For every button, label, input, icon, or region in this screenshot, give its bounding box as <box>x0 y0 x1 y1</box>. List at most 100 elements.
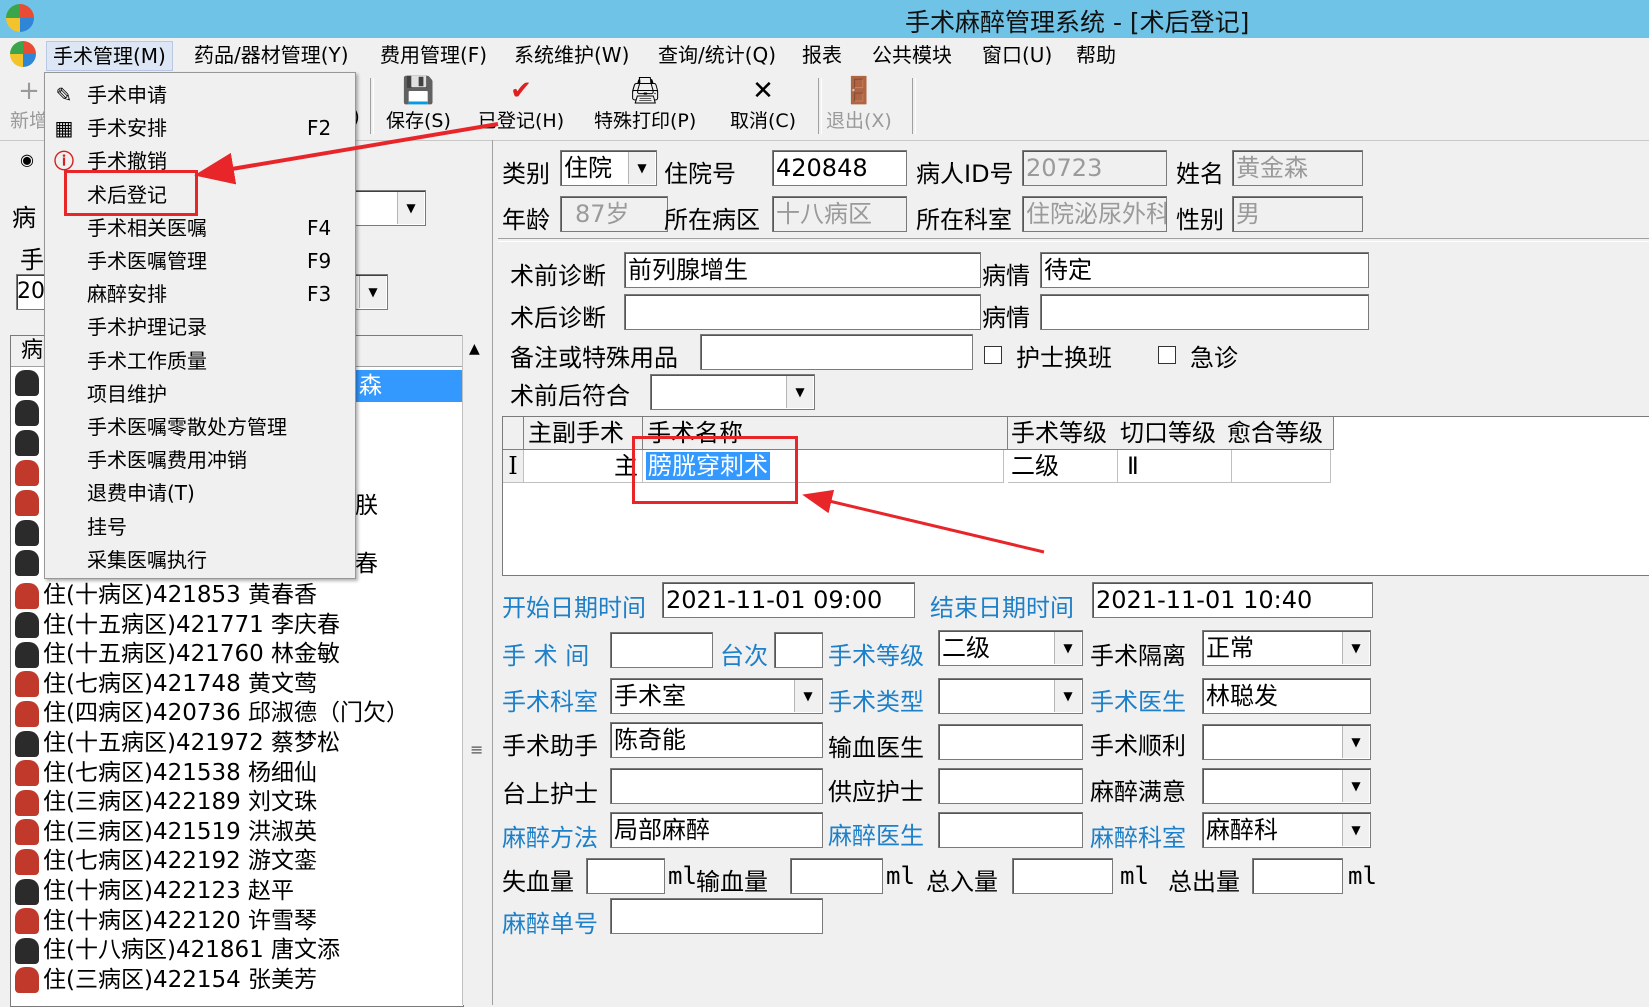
list-item[interactable]: 住(三病区)422189 刘文珠 <box>15 787 317 817</box>
surgery-dept-select[interactable]: 手术室 ▼ <box>610 678 823 714</box>
scroll-grip-icon[interactable]: ≡ <box>470 740 483 759</box>
selected-patient-row[interactable]: 森 <box>355 370 467 402</box>
menu-item-8[interactable]: 手术工作质量 <box>45 345 355 377</box>
menu-item-14[interactable]: 采集医嘱执行 <box>45 544 355 576</box>
scroll-up-icon[interactable]: ▲ <box>469 341 480 357</box>
exit-button[interactable]: 🚪 退出(X) <box>826 76 892 133</box>
menu-item-6[interactable]: 麻醉安排 F3 <box>45 278 355 310</box>
category-select[interactable]: 住院 ▼ <box>560 150 657 186</box>
assistant-field[interactable]: 陈奇能 <box>610 722 823 758</box>
supply-nurse-field[interactable] <box>938 768 1083 804</box>
list-item[interactable]: 住(十病区)422120 许雪琴 <box>15 906 317 936</box>
list-item[interactable]: 朕 <box>355 486 378 520</box>
patient-list-scrollbar[interactable]: ▲ ≡ <box>462 335 491 1005</box>
room-field[interactable] <box>610 632 713 668</box>
special-print-button[interactable]: 🖨 特殊打印(P) <box>594 76 696 133</box>
condition-field-2[interactable] <box>1040 294 1369 330</box>
remark-field[interactable] <box>700 334 973 370</box>
emergency-checkbox[interactable] <box>1158 346 1176 364</box>
grid-header-healing[interactable]: 愈合等级 <box>1224 417 1334 450</box>
list-item[interactable]: 住(三病区)422154 张美芳 <box>15 965 317 995</box>
surgery-type-select[interactable]: ▼ <box>938 678 1083 714</box>
menu-drug-equipment[interactable]: 药品/器材管理(Y) <box>188 41 355 69</box>
grid-header-level[interactable]: 手术等级 <box>1008 417 1118 450</box>
menu-public-modules[interactable]: 公共模块 <box>866 41 958 69</box>
list-item[interactable]: 住(七病区)421538 杨细仙 <box>15 758 317 788</box>
menu-item-7[interactable]: 手术护理记录 <box>45 311 355 343</box>
post-diagnosis-field[interactable] <box>624 294 981 330</box>
name-field: 黄金森 <box>1232 150 1363 186</box>
pre-diagnosis-field[interactable]: 前列腺增生 <box>624 252 981 288</box>
match-select[interactable]: ▼ <box>650 374 815 410</box>
menu-surgery-management[interactable]: 手术管理(M) <box>46 41 173 71</box>
menu-help[interactable]: 帮助 <box>1070 41 1122 69</box>
list-item[interactable]: 住(十五病区)421760 林金敏 <box>15 639 340 669</box>
output-field[interactable] <box>1252 858 1343 894</box>
anesthesia-dept-select[interactable]: 麻醉科 ▼ <box>1202 812 1371 848</box>
list-item[interactable]: 住(十八病区)421861 唐文添 <box>15 935 340 965</box>
surgeon-field[interactable]: 林聪发 <box>1202 678 1371 714</box>
list-item[interactable]: 住(七病区)421748 黄文莺 <box>15 669 317 699</box>
patient-icon <box>15 582 39 609</box>
date-combo[interactable]: ▼ <box>352 274 388 310</box>
grid-cell-healing[interactable] <box>1224 450 1331 483</box>
splitter[interactable] <box>492 140 499 1005</box>
transfusion-field[interactable] <box>790 858 883 894</box>
left-filter-combo[interactable]: ▼ <box>352 190 426 226</box>
cancel-button[interactable]: ✕ 取消(C) <box>730 76 796 133</box>
anesthesia-no-field[interactable] <box>610 898 823 934</box>
inpatient-no-field[interactable]: 420848 <box>772 150 907 186</box>
grid-cell-level[interactable]: 二级 <box>1008 450 1118 483</box>
list-item[interactable]: 住(三病区)421519 洪淑英 <box>15 817 317 847</box>
menu-system-maintenance[interactable]: 系统维护(W) <box>508 41 635 69</box>
menu-item-12[interactable]: 退费申请(T) <box>45 477 355 509</box>
menu-item-1[interactable]: ▦ 手术安排 F2 <box>45 112 355 144</box>
grid-header-incision[interactable]: 切口等级 <box>1117 417 1225 450</box>
intake-field[interactable] <box>1012 858 1113 894</box>
condition-field[interactable]: 待定 <box>1040 252 1369 288</box>
mdi-window-icon[interactable] <box>10 41 36 67</box>
menu-item-11[interactable]: 手术医嘱费用冲销 <box>45 444 355 476</box>
grid-cell-main-sub[interactable]: 主 <box>524 450 643 483</box>
menu-item-10[interactable]: 手术医嘱零散处方管理 <box>45 411 355 443</box>
isolation-select[interactable]: 正常 ▼ <box>1202 630 1371 666</box>
list-item[interactable]: 住(十五病区)421972 蔡梦松 <box>15 728 340 758</box>
list-item[interactable]: 住(七病区)422192 游文銮 <box>15 846 317 876</box>
chevron-down-icon: ▼ <box>397 192 424 224</box>
registered-button[interactable]: ✔ 已登记(H) <box>478 76 564 133</box>
menu-item-9[interactable]: 项目维护 <box>45 378 355 410</box>
menu-query-statistics[interactable]: 查询/统计(Q) <box>652 41 782 69</box>
save-button[interactable]: 💾 保存(S) <box>386 76 451 133</box>
blood-loss-field[interactable] <box>586 858 665 894</box>
anesthesia-doctor-field[interactable] <box>938 812 1083 848</box>
surgery-level-select[interactable]: 二级 ▼ <box>938 630 1083 666</box>
menu-item-label: 手术相关医嘱 <box>87 215 207 240</box>
list-item[interactable]: 住(十五病区)421771 李庆春 <box>15 610 340 640</box>
transfusion-doctor-field[interactable] <box>938 724 1083 760</box>
list-item[interactable]: 住(十病区)421853 黄春香 <box>15 580 317 610</box>
nurse-shift-checkbox[interactable] <box>984 346 1002 364</box>
grid-cell-incision[interactable]: Ⅱ <box>1117 450 1232 483</box>
radio-button[interactable]: ◉ <box>20 150 34 169</box>
anesthesia-method-field[interactable]: 局部麻醉 <box>610 812 823 848</box>
smooth-select[interactable]: ▼ <box>1202 724 1371 760</box>
menu-item-13[interactable]: 挂号 <box>45 511 355 543</box>
menu-reports[interactable]: 报表 <box>796 41 848 69</box>
chevron-down-icon: ▼ <box>786 376 813 408</box>
new-button[interactable]: + 新增 <box>10 76 48 133</box>
table-nurse-field[interactable] <box>610 768 823 804</box>
list-item[interactable]: 住(四病区)420736 邱淑德（门欠） <box>15 698 409 728</box>
anesthesia-satisfaction-select[interactable]: ▼ <box>1202 768 1371 804</box>
menu-item-0[interactable]: ✎ 手术申请 <box>45 79 355 111</box>
list-item[interactable]: 春 <box>355 544 378 578</box>
menu-fee-management[interactable]: 费用管理(F) <box>374 41 493 69</box>
menu-item-4[interactable]: 手术相关医嘱 F4 <box>45 212 355 244</box>
patient-entry-text: 住(十八病区)421861 唐文添 <box>43 937 341 964</box>
start-datetime-field[interactable]: 2021-11-01 09:00 <box>662 582 915 618</box>
end-datetime-field[interactable]: 2021-11-01 10:40 <box>1092 582 1373 618</box>
grid-header-main-sub[interactable]: 主副手术 <box>524 417 643 450</box>
menu-window[interactable]: 窗口(U) <box>976 41 1058 69</box>
sequence-field[interactable] <box>774 632 823 668</box>
list-item[interactable]: 住(十病区)422123 赵平 <box>15 876 294 906</box>
menu-item-5[interactable]: 手术医嘱管理 F9 <box>45 245 355 277</box>
